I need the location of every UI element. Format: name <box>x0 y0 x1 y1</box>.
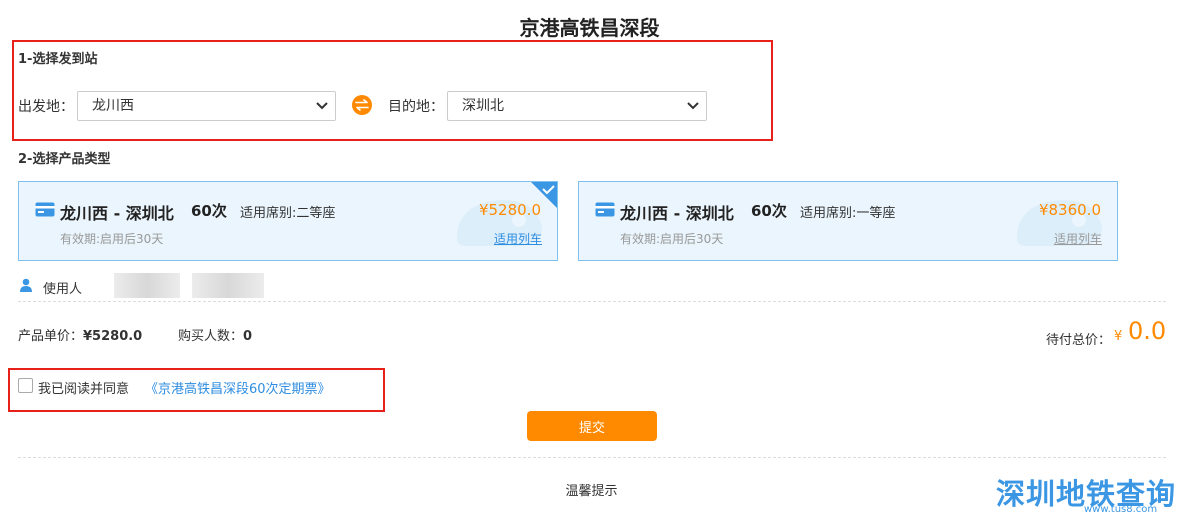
origin-select-value: 龙川西 <box>92 98 134 114</box>
product-validity: 有效期:启用后30天 <box>60 232 164 246</box>
product-seat: 适用席别:一等座 <box>800 206 896 221</box>
product-route: 龙川西 - 深圳北 <box>60 204 174 223</box>
section-label-products: 2-选择产品类型 <box>18 152 111 167</box>
destination-select[interactable]: 深圳北 <box>447 91 707 121</box>
product-card[interactable]: 龙川西 - 深圳北 60次 适用席别:一等座 ¥8360.0 有效期:启用后30… <box>578 181 1118 261</box>
chevron-down-icon <box>687 102 699 110</box>
train-watermark-icon <box>1017 200 1102 246</box>
applicable-trains-link[interactable]: 适用列车 <box>494 230 542 247</box>
destination-select-value: 深圳北 <box>462 98 504 114</box>
product-card[interactable]: 龙川西 - 深圳北 60次 适用席别:二等座 ¥5280.0 有效期:启用后30… <box>18 181 558 261</box>
product-count: 60次 <box>191 202 227 220</box>
origin-label: 出发地： <box>18 99 74 115</box>
buyer-count-value: 0 <box>243 329 253 344</box>
divider <box>18 457 1166 458</box>
destination-label: 目的地： <box>388 99 444 115</box>
user-icon <box>20 278 32 292</box>
chevron-down-icon <box>316 102 328 110</box>
agreement-link[interactable]: 《京港高铁昌深段60次定期票》 <box>145 378 331 397</box>
card-icon <box>595 202 615 217</box>
swap-icon <box>355 99 369 111</box>
brand-url: www.tus8.com <box>1084 504 1158 515</box>
applicable-trains-link[interactable]: 适用列车 <box>1054 230 1102 247</box>
product-route: 龙川西 - 深圳北 <box>620 204 734 223</box>
submit-button[interactable]: 提交 <box>527 411 657 441</box>
product-validity: 有效期:启用后30天 <box>620 232 724 246</box>
redacted-user-name[interactable] <box>114 273 180 298</box>
product-seat: 适用席别:二等座 <box>240 206 336 221</box>
unit-price-value: ¥5280.0 <box>83 329 143 344</box>
product-count: 60次 <box>751 202 787 220</box>
card-icon <box>35 202 55 217</box>
unit-price: 产品单价：¥5280.0 <box>18 325 142 344</box>
total-price-label: 待付总价： <box>1046 333 1112 348</box>
buyer-count-label: 购买人数： <box>178 329 244 344</box>
buyer-count: 购买人数：0 <box>178 325 252 344</box>
origin-select[interactable]: 龙川西 <box>77 91 336 121</box>
redacted-user-name[interactable] <box>192 273 264 298</box>
section-label-stations: 1-选择发到站 <box>18 52 98 67</box>
unit-price-label: 产品单价： <box>18 329 84 344</box>
total-price-currency: ¥ <box>1114 329 1123 344</box>
user-label: 使用人 <box>43 282 83 297</box>
page-title: 京港高铁昌深段 <box>519 16 660 40</box>
agreement-text: 我已阅读并同意 <box>38 382 130 397</box>
selected-check-icon <box>531 182 557 208</box>
swap-stations-button[interactable] <box>352 95 372 115</box>
agreement-checkbox[interactable] <box>18 378 33 393</box>
total-price-value: 0.0 <box>1128 317 1167 345</box>
divider <box>18 301 1166 302</box>
product-price: ¥8360.0 <box>1038 201 1101 219</box>
